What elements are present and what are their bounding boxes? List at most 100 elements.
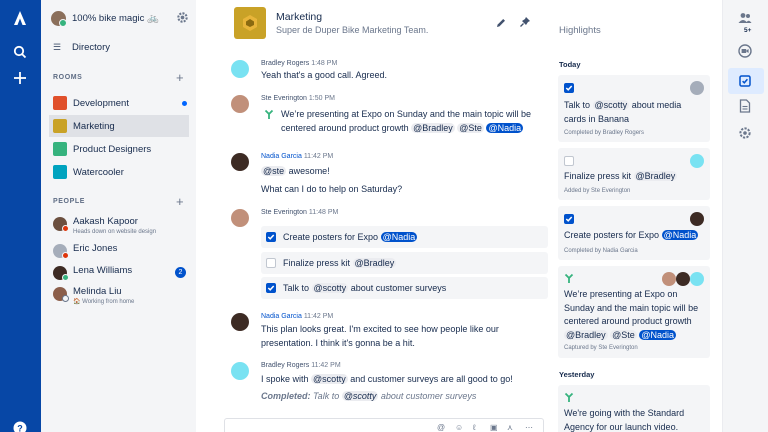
highlight-card[interactable]: Create posters for Expo @Nadia Completed…	[558, 206, 710, 260]
mention[interactable]: @ste	[261, 166, 287, 176]
checkbox-unchecked-icon[interactable]	[266, 258, 276, 268]
sidebar-item-marketing[interactable]: Marketing	[49, 115, 189, 137]
mention[interactable]: @scotty	[311, 374, 348, 384]
avatar	[53, 244, 69, 259]
message-text: Yeah that's a good call. Agreed.	[261, 70, 387, 80]
highlight-card[interactable]: We're going with the Standard Agency for…	[558, 385, 710, 432]
highlight-line-text: Talk to	[564, 100, 591, 110]
checkbox-checked-icon[interactable]	[266, 283, 276, 293]
checkbox-checked-icon[interactable]	[266, 232, 276, 242]
files-icon[interactable]	[737, 98, 753, 114]
mention[interactable]: @scotty	[592, 100, 630, 110]
mention-icon[interactable]: @	[437, 424, 445, 432]
avatar	[53, 266, 69, 281]
search-icon[interactable]	[10, 42, 30, 62]
message-header: Bradley Rogers 1:48 PM	[261, 60, 337, 67]
sidebar-item-eric-jones[interactable]: Eric Jones	[53, 243, 189, 259]
room-topic[interactable]: Super de Duper Bike Marketing Team.	[276, 25, 428, 35]
global-nav: ?	[0, 0, 41, 432]
room-icon	[53, 96, 67, 110]
highlight-meta: Captured by Ste Everington	[564, 345, 638, 351]
mention[interactable]: @Bradley	[411, 122, 455, 133]
mention[interactable]: @Ste	[610, 329, 637, 340]
gear-icon[interactable]	[176, 11, 189, 24]
mention[interactable]: @Bradley	[352, 258, 397, 268]
plus-icon[interactable]	[10, 68, 30, 88]
room-label: Development	[73, 97, 129, 109]
directory-link[interactable]: ☰ Directory	[53, 42, 110, 53]
video-icon[interactable]	[737, 43, 753, 59]
decision-icon	[264, 109, 274, 119]
highlight-card[interactable]: We’re presenting at Expo on Sunday and t…	[558, 266, 710, 358]
sidebar-item-watercooler[interactable]: Watercooler	[53, 161, 189, 183]
checkbox-unchecked-icon[interactable]	[564, 156, 574, 166]
sidebar-item-aakash-kapoor[interactable]: Aakash Kapoor Heads down on website desi…	[53, 216, 189, 236]
task-item[interactable]: Finalize press kit @Bradley	[261, 252, 548, 274]
task-item[interactable]: Create posters for Expo @Nadia	[261, 226, 548, 248]
mention[interactable]: @Nadia	[380, 232, 418, 242]
mention[interactable]: @Bradley	[633, 171, 678, 181]
sidebar-item-melinda-liu[interactable]: Melinda Liu 🏠 Working from home	[53, 286, 189, 306]
person-status: Heads down on website design	[73, 229, 157, 235]
person-name: Eric Jones	[73, 243, 118, 254]
message-author[interactable]: Nadia Garcia	[261, 153, 302, 160]
rooms-section-title: ROOMS	[53, 74, 83, 81]
settings-icon[interactable]	[737, 125, 753, 141]
sidebar-item-lena-williams[interactable]: Lena Williams 2	[53, 265, 189, 281]
highlight-card[interactable]: Finalize press kit @Bradley Added by Ste…	[558, 148, 710, 200]
message-line: centered around product growth @Bradley …	[281, 122, 531, 136]
pin-icon[interactable]	[519, 16, 531, 28]
highlights-title: Highlights	[559, 25, 601, 36]
message-header: Ste Everington 11:48 PM	[261, 209, 338, 216]
mention[interactable]: @Nadia	[486, 122, 524, 133]
message-author[interactable]: Bradley Rogers	[261, 60, 309, 67]
add-room-button[interactable]: +	[176, 71, 184, 84]
unread-dot	[182, 101, 187, 106]
avatar	[53, 217, 69, 232]
message-time: 11:48 PM	[308, 209, 339, 216]
people-icon[interactable]	[737, 10, 753, 26]
mention[interactable]: @scotty	[341, 390, 379, 401]
checkbox-checked-icon[interactable]	[564, 83, 574, 93]
highlights-icon[interactable]	[737, 73, 753, 89]
highlight-line: Sunday and the main topic will be	[564, 302, 699, 313]
add-person-button[interactable]: +	[176, 195, 184, 208]
highlight-meta: Completed by Bradley Rogers	[564, 130, 645, 136]
sidebar-item-product-designers[interactable]: Product Designers	[53, 138, 189, 160]
checkbox-checked-icon[interactable]	[564, 214, 574, 224]
avatar	[231, 313, 249, 331]
message-author[interactable]: Bradley Rogers	[261, 362, 309, 369]
help-icon[interactable]: ?	[10, 418, 30, 432]
more-icon[interactable]: ⋯	[525, 424, 533, 432]
avatar	[51, 10, 67, 27]
message-author[interactable]: Ste Everington	[261, 95, 307, 102]
message-composer[interactable]: @ ☺ ℓ ▣ ⋏ ⋯	[224, 418, 544, 432]
message-header: Ste Everington 1:50 PM	[261, 95, 335, 102]
workspace-switcher[interactable]: 100% bike magic 🚲	[51, 8, 191, 28]
mention[interactable]: @Nadia	[661, 230, 699, 240]
message-author[interactable]: Nadia Garcia	[261, 313, 302, 320]
message-author[interactable]: Ste Everington	[261, 209, 307, 216]
message-time: 1:50 PM	[308, 95, 335, 102]
mention[interactable]: @Nadia	[639, 329, 676, 340]
pencil-icon[interactable]	[495, 17, 507, 29]
sidebar-item-development[interactable]: Development	[53, 92, 189, 114]
attachment-icon[interactable]: ℓ	[473, 424, 481, 432]
highlight-card[interactable]: Talk to @scotty about media cards in Ban…	[558, 75, 710, 142]
atlassian-logo-icon[interactable]	[10, 8, 30, 28]
decision-icon	[564, 392, 574, 404]
mention[interactable]: @Bradley	[564, 329, 608, 340]
emoji-icon[interactable]: ☺	[455, 424, 463, 432]
message-line-text: awesome!	[288, 166, 330, 176]
room-icon	[53, 142, 67, 156]
mention[interactable]: @scotty	[311, 283, 349, 293]
image-icon[interactable]: ▣	[490, 424, 498, 432]
decision-icon[interactable]: ⋏	[507, 424, 515, 432]
avatar	[690, 212, 704, 226]
room-label: Marketing	[73, 120, 115, 132]
completed-text: about customer surveys	[380, 390, 477, 401]
task-item[interactable]: Talk to @scotty about customer surveys	[261, 277, 548, 299]
highlight-line-text: Create posters for Expo	[564, 230, 660, 240]
mention[interactable]: @Ste	[457, 122, 484, 133]
message-line: @ste awesome!	[261, 165, 402, 179]
